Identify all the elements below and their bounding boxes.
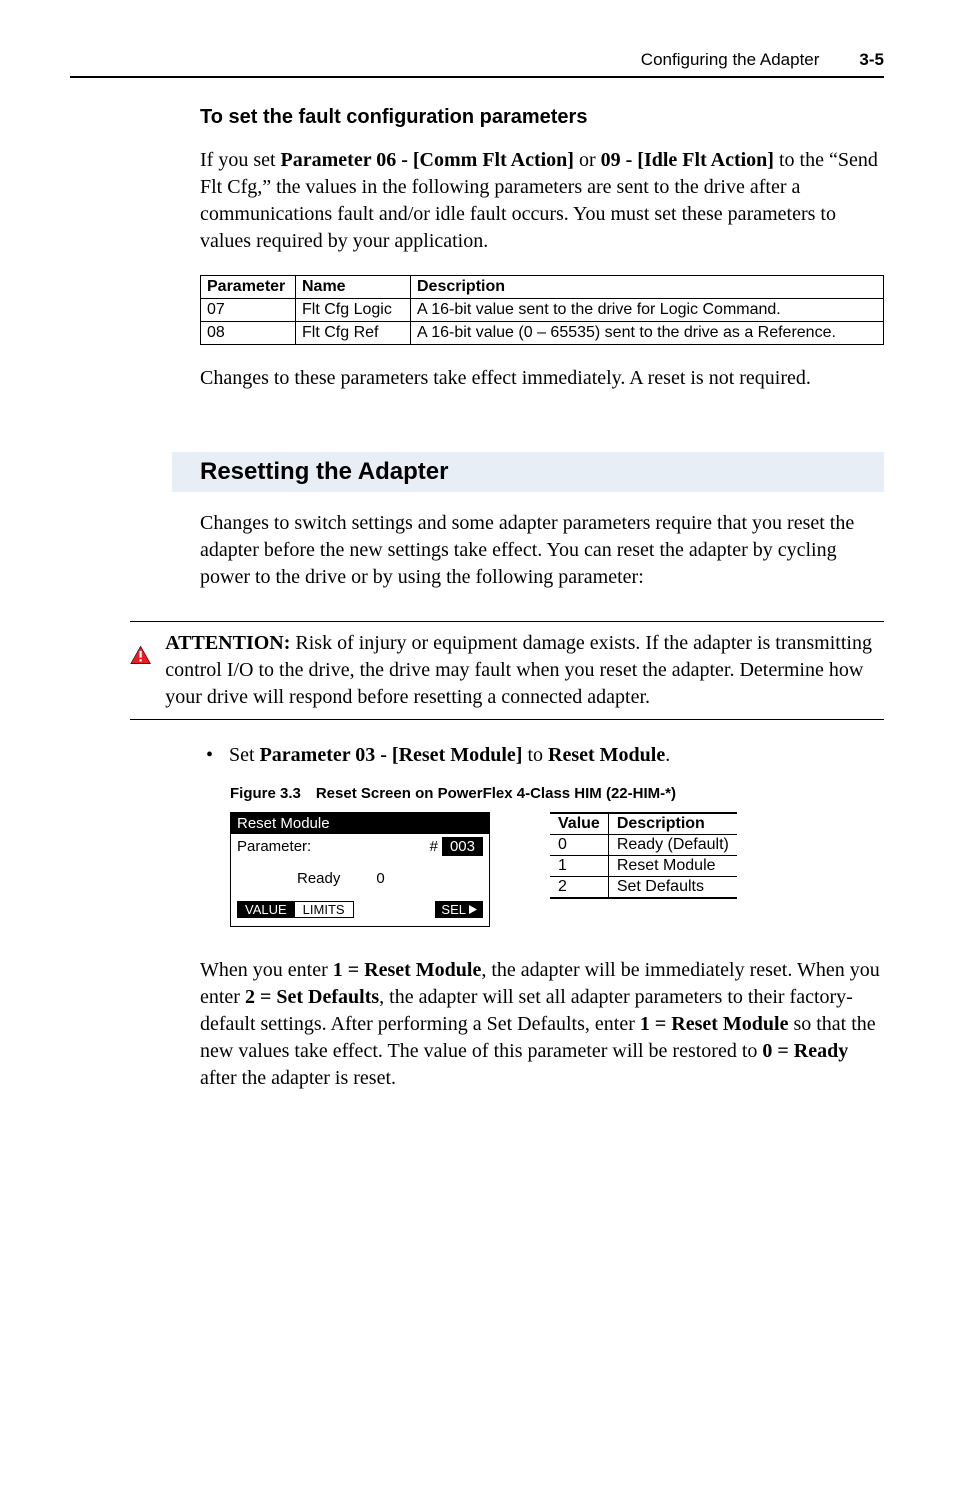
bold-0-ready: 0 = Ready <box>762 1040 848 1062</box>
cell-desc: A 16-bit value (0 – 65535) sent to the d… <box>411 322 884 345</box>
bold-param09: 09 - [Idle Flt Action] <box>601 149 774 171</box>
th-name: Name <box>296 276 411 299</box>
text: . <box>665 744 670 766</box>
cell-value: 1 <box>550 856 608 877</box>
th-description: Description <box>608 813 737 835</box>
cell-value: 2 <box>550 877 608 899</box>
him-value-chip: VALUE <box>237 901 295 918</box>
bold-1-reset-again: 1 = Reset Module <box>640 1013 789 1035</box>
table-row: 1 Reset Module <box>550 856 737 877</box>
text: When you enter <box>200 959 333 981</box>
cell-desc: Reset Module <box>608 856 737 877</box>
parameter-table: Parameter Name Description 07 Flt Cfg Lo… <box>200 275 884 345</box>
header-rule <box>70 76 884 78</box>
text: after the adapter is reset. <box>200 1067 396 1089</box>
him-sel-label: SEL <box>441 902 466 917</box>
header-section: Configuring the Adapter <box>641 50 820 70</box>
bold-1-reset: 1 = Reset Module <box>333 959 482 981</box>
triangle-right-icon <box>469 905 477 914</box>
section-heading-resetting: Resetting the Adapter <box>172 452 884 492</box>
text: to <box>522 744 548 766</box>
warning-icon <box>130 630 151 680</box>
table-row: 07 Flt Cfg Logic A 16-bit value sent to … <box>201 299 884 322</box>
him-footer-left: VALUE LIMITS <box>237 901 354 918</box>
him-state: Ready <box>297 870 340 887</box>
table-row: 2 Set Defaults <box>550 877 737 899</box>
table-row: 08 Flt Cfg Ref A 16-bit value (0 – 65535… <box>201 322 884 345</box>
him-screen: Reset Module Parameter: # 003 Ready 0 VA… <box>230 812 490 927</box>
th-description: Description <box>411 276 884 299</box>
cell-param: 07 <box>201 299 296 322</box>
figure-caption: Figure 3.3 Reset Screen on PowerFlex 4-C… <box>230 785 884 802</box>
cell-name: Flt Cfg Logic <box>296 299 411 322</box>
paragraph-reset-explain: When you enter 1 = Reset Module, the ada… <box>200 957 884 1092</box>
cell-desc: Ready (Default) <box>608 835 737 856</box>
cell-param: 08 <box>201 322 296 345</box>
text: Set <box>229 744 260 766</box>
him-title: Reset Module <box>231 813 489 834</box>
cell-name: Flt Cfg Ref <box>296 322 411 345</box>
cell-value: 0 <box>550 835 608 856</box>
him-param-id: 003 <box>442 837 483 856</box>
paragraph-changes: Changes to these parameters take effect … <box>200 365 884 392</box>
table-row: 0 Ready (Default) <box>550 835 737 856</box>
header-page-number: 3-5 <box>859 50 884 70</box>
bullet-set-param03: • Set Parameter 03 - [Reset Module] to R… <box>206 744 884 767</box>
him-value: 0 <box>376 870 384 887</box>
cell-desc: A 16-bit value sent to the drive for Log… <box>411 299 884 322</box>
cell-desc: Set Defaults <box>608 877 737 899</box>
bold-param03: Parameter 03 - [Reset Module] <box>260 744 523 766</box>
bold-2-defaults: 2 = Set Defaults <box>245 986 379 1008</box>
him-hash: # <box>430 838 438 855</box>
paragraph-reset-intro: Changes to switch settings and some adap… <box>200 510 884 591</box>
bullet-dot: • <box>206 744 213 767</box>
bullet-text: Set Parameter 03 - [Reset Module] to Res… <box>229 744 670 767</box>
page-header: Configuring the Adapter 3-5 <box>70 50 884 70</box>
paragraph-fault-config: If you set Parameter 06 - [Comm Flt Acti… <box>200 147 884 255</box>
bold-param06: Parameter 06 - [Comm Flt Action] <box>281 149 574 171</box>
bold-reset-module: Reset Module <box>548 744 665 766</box>
attention-text: ATTENTION: Risk of injury or equipment d… <box>165 630 884 711</box>
th-parameter: Parameter <box>201 276 296 299</box>
attention-label: ATTENTION: <box>165 632 290 654</box>
him-sel-chip: SEL <box>435 901 483 918</box>
subheading-fault-config: To set the fault configuration parameter… <box>200 106 884 129</box>
text: If you set <box>200 149 281 171</box>
attention-block: ATTENTION: Risk of injury or equipment d… <box>130 621 884 720</box>
him-param-label: Parameter: <box>237 838 311 855</box>
him-limits-chip: LIMITS <box>295 901 354 918</box>
th-value: Value <box>550 813 608 835</box>
text: or <box>574 149 601 171</box>
value-description-table: Value Description 0 Ready (Default) 1 Re… <box>550 812 737 899</box>
